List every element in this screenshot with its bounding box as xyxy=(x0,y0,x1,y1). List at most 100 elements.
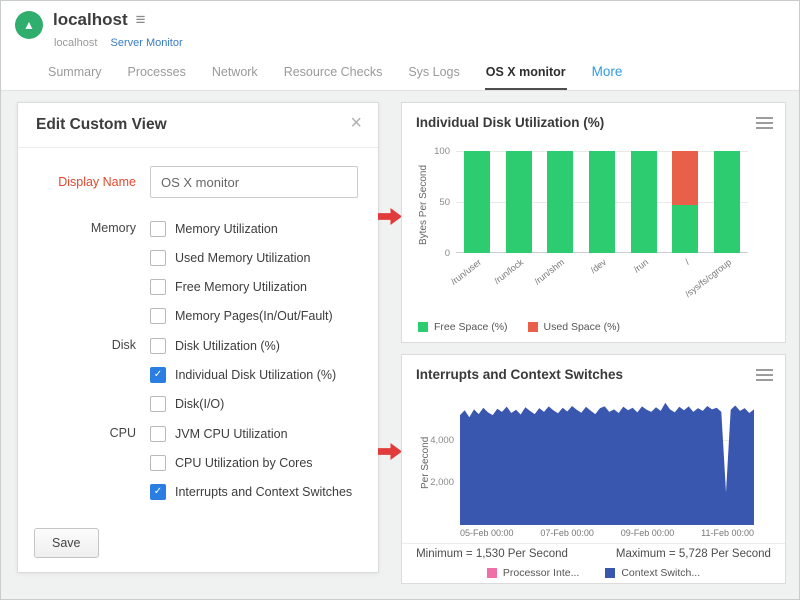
page-title: localhost xyxy=(53,10,128,30)
tab-processes[interactable]: Processes xyxy=(126,59,186,90)
checkbox-option-jvm-cpu-utilization[interactable]: JVM CPU Utilization xyxy=(150,419,378,448)
checkbox-label: Disk Utilization (%) xyxy=(175,339,280,353)
group-cpu: CPU JVM CPU Utilization CPU Utilization by… xyxy=(18,419,378,506)
red-arrow-icon xyxy=(378,443,402,460)
checkbox-label: Used Memory Utilization xyxy=(175,251,310,265)
bar-run xyxy=(631,151,657,253)
chart-title: Interrupts and Context Switches xyxy=(416,367,623,382)
checkbox-interrupts-and-context-switches[interactable] xyxy=(150,484,166,500)
arrow-up-icon: ▲ xyxy=(23,18,35,32)
chart-menu-icon[interactable] xyxy=(756,369,773,384)
edit-custom-view-panel: Edit Custom View × Display Name MemoryMe… xyxy=(17,102,379,573)
save-button[interactable]: Save xyxy=(34,528,99,558)
legend-swatch xyxy=(418,322,428,332)
bar-run-lock xyxy=(506,151,532,253)
min-stat: Minimum = 1,530 Per Second xyxy=(416,548,568,560)
y-tick-label: 2,000 xyxy=(422,477,454,488)
y-tick-label: 100 xyxy=(422,146,450,157)
area-chart-plot: 2,0004,000 xyxy=(460,397,754,525)
checkbox-option-memory-pages-in-out-fault[interactable]: Memory Pages(In/Out/Fault) xyxy=(150,301,378,330)
group-memory: Memory Memory Utilization Used Memory Util… xyxy=(18,214,378,330)
panel-header: Edit Custom View × xyxy=(18,103,378,148)
breadcrumb-root-link[interactable]: localhost xyxy=(54,37,97,49)
checkbox-cpu-utilization-by-cores[interactable] xyxy=(150,455,166,471)
checkbox-option-used-memory-utilization[interactable]: Used Memory Utilization xyxy=(150,243,378,272)
chart-stats: Minimum = 1,530 Per Second Maximum = 5,7… xyxy=(402,548,785,560)
bar-segment xyxy=(672,151,698,205)
breadcrumb-current-link[interactable]: Server Monitor xyxy=(110,37,182,49)
bar-root xyxy=(672,151,698,253)
legend-swatch xyxy=(605,568,615,578)
panel-title: Edit Custom View xyxy=(36,116,167,134)
group-label-disk: Disk xyxy=(18,331,150,418)
legend-label: Used Space (%) xyxy=(544,321,620,333)
bar-sys-fs-cgroup xyxy=(714,151,740,253)
tab-os-x-monitor[interactable]: OS X monitor xyxy=(485,59,567,90)
close-icon[interactable]: × xyxy=(350,112,362,135)
breadcrumb: localhost Server Monitor xyxy=(54,37,183,49)
checkbox-option-interrupts-and-context-switches[interactable]: Interrupts and Context Switches xyxy=(150,477,378,506)
area-series xyxy=(460,397,754,525)
checkbox-label: Memory Utilization xyxy=(175,222,278,236)
checkbox-option-cpu-utilization-by-cores[interactable]: CPU Utilization by Cores xyxy=(150,448,378,477)
tab-summary[interactable]: Summary xyxy=(47,59,102,90)
hamburger-menu-icon[interactable]: ≡ xyxy=(136,10,146,30)
legend-swatch xyxy=(487,568,497,578)
legend-swatch xyxy=(528,322,538,332)
bar-run-shm xyxy=(547,151,573,253)
bar-segment xyxy=(631,151,657,253)
x-tick-label: 09-Feb 00:00 xyxy=(621,528,675,538)
bar-segment xyxy=(589,151,615,253)
bar-segment xyxy=(547,151,573,253)
x-axis-tick-labels: /run/user/run/lock/run/shm/dev/run//sys/… xyxy=(456,255,748,309)
group-label-memory: Memory xyxy=(18,214,150,330)
checkbox-label: CPU Utilization by Cores xyxy=(175,456,313,470)
tab-resource-checks[interactable]: Resource Checks xyxy=(283,59,384,90)
host-title-row: localhost ≡ xyxy=(53,10,146,30)
checkbox-label: JVM CPU Utilization xyxy=(175,427,288,441)
header: ▲ localhost ≡ localhost Server Monitor S… xyxy=(1,1,799,91)
display-name-input[interactable] xyxy=(150,166,358,198)
checkbox-jvm-cpu-utilization[interactable] xyxy=(150,426,166,442)
red-arrow-icon xyxy=(378,208,402,225)
checkbox-option-memory-utilization[interactable]: Memory Utilization xyxy=(150,214,378,243)
chart-legend: Free Space (%) Used Space (%) xyxy=(418,321,620,333)
group-label-cpu: CPU xyxy=(18,419,150,506)
legend-item-used-space: Used Space (%) xyxy=(528,321,620,333)
checkbox-label: Interrupts and Context Switches xyxy=(175,485,352,499)
tab-more[interactable]: More xyxy=(591,58,624,90)
x-axis-tick-labels: 05-Feb 00:0007-Feb 00:0009-Feb 00:0011-F… xyxy=(460,528,754,538)
x-tick-label: 11-Feb 00:00 xyxy=(701,528,754,538)
bar-segment xyxy=(506,151,532,253)
legend-label: Processor Inte... xyxy=(503,567,579,579)
checkbox-free-memory-utilization[interactable] xyxy=(150,279,166,295)
checkbox-option-disk-i-o[interactable]: Disk(I/O) xyxy=(150,389,378,418)
y-tick-label: 0 xyxy=(422,248,450,259)
chart-title: Individual Disk Utilization (%) xyxy=(416,115,604,130)
checkbox-disk-utilization[interactable] xyxy=(150,338,166,354)
x-tick-label: 07-Feb 00:00 xyxy=(540,528,594,538)
max-stat: Maximum = 5,728 Per Second xyxy=(616,548,771,560)
checkbox-used-memory-utilization[interactable] xyxy=(150,250,166,266)
bar-segment xyxy=(672,205,698,253)
legend-item-free-space: Free Space (%) xyxy=(418,321,508,333)
checkbox-option-individual-disk-utilization[interactable]: Individual Disk Utilization (%) xyxy=(150,360,378,389)
interrupts-chart-card: Interrupts and Context Switches Per Seco… xyxy=(401,354,786,584)
checkbox-individual-disk-utilization[interactable] xyxy=(150,367,166,383)
legend-item-context-switch: Context Switch... xyxy=(605,567,700,579)
chart-menu-icon[interactable] xyxy=(756,117,773,132)
content-area: Edit Custom View × Display Name MemoryMe… xyxy=(1,91,799,599)
tab-sys-logs[interactable]: Sys Logs xyxy=(407,59,460,90)
tab-network[interactable]: Network xyxy=(211,59,259,90)
checkbox-option-free-memory-utilization[interactable]: Free Memory Utilization xyxy=(150,272,378,301)
checkbox-option-disk-utilization[interactable]: Disk Utilization (%) xyxy=(150,331,378,360)
checkbox-disk-i-o[interactable] xyxy=(150,396,166,412)
checkbox-label: Memory Pages(In/Out/Fault) xyxy=(175,309,333,323)
bar-run-user xyxy=(464,151,490,253)
checkbox-label: Individual Disk Utilization (%) xyxy=(175,368,336,382)
checkbox-label: Free Memory Utilization xyxy=(175,280,307,294)
legend-label: Free Space (%) xyxy=(434,321,508,333)
checkbox-memory-pages-in-out-fault[interactable] xyxy=(150,308,166,324)
bar-dev xyxy=(589,151,615,253)
checkbox-memory-utilization[interactable] xyxy=(150,221,166,237)
